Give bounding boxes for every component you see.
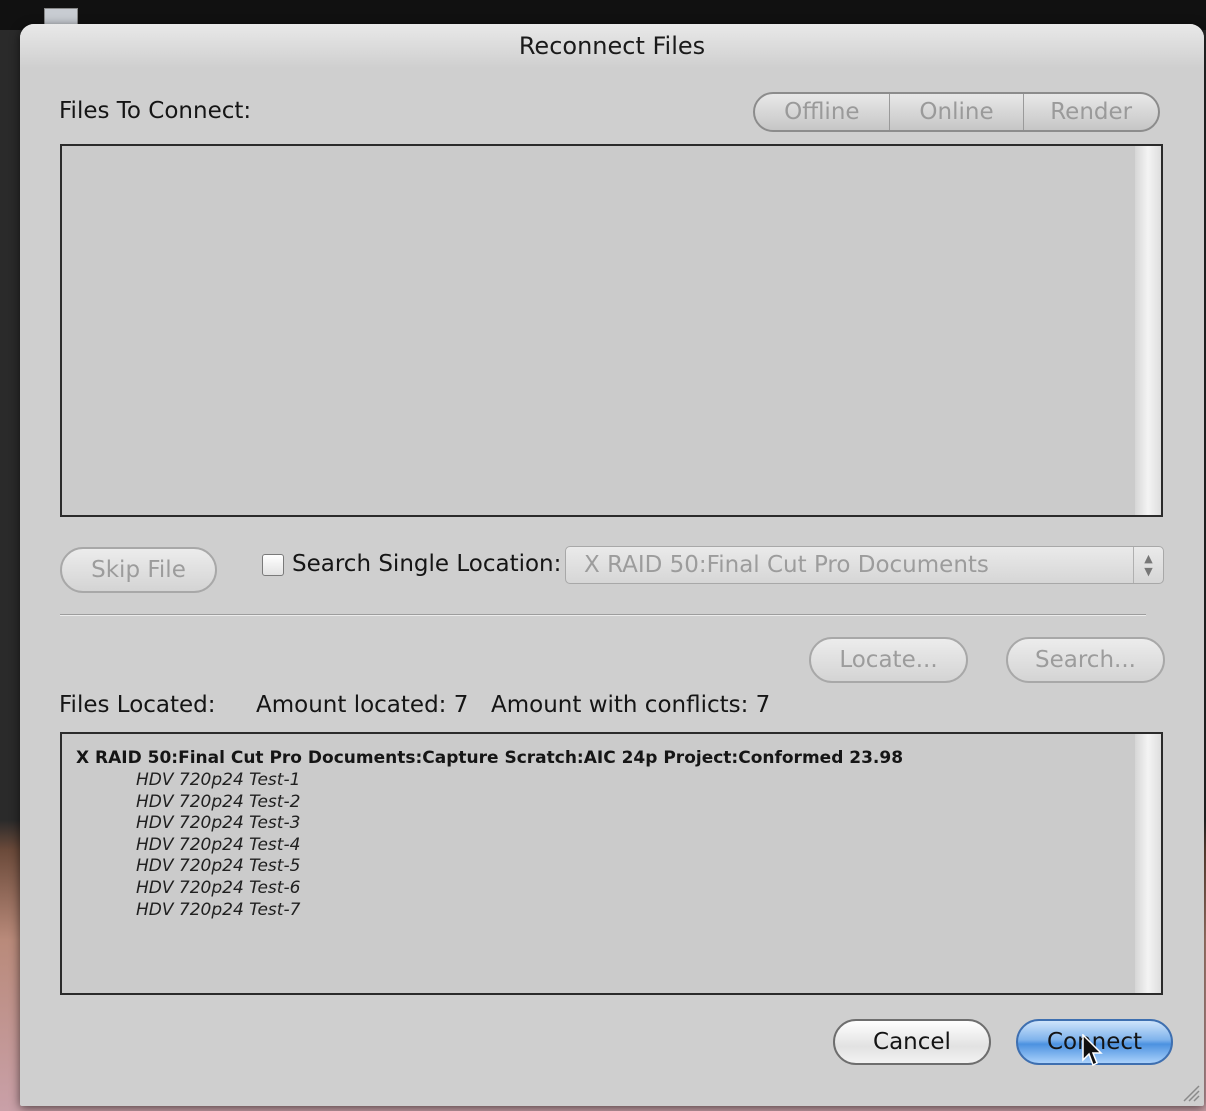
mouse-pointer-icon [1082, 1034, 1103, 1067]
files-located-label: Files Located: [59, 692, 216, 718]
reconnect-files-dialog: Reconnect Files Files To Connect: Offlin… [20, 24, 1204, 1106]
amount-located-text: Amount located: 7 [256, 692, 469, 718]
location-popup[interactable]: X RAID 50:Final Cut Pro Documents ▲ ▼ [565, 546, 1164, 584]
dialog-title: Reconnect Files [20, 24, 1204, 68]
search-single-location-checkbox[interactable] [262, 554, 284, 576]
files-located-scrollbar[interactable] [1135, 734, 1161, 993]
list-item[interactable]: HDV 720p24 Test-5 [136, 856, 300, 878]
located-folder-path: X RAID 50:Final Cut Pro Documents:Captur… [76, 748, 904, 768]
list-item[interactable]: HDV 720p24 Test-6 [136, 878, 300, 900]
list-item[interactable]: HDV 720p24 Test-3 [136, 813, 300, 835]
filter-online-button[interactable]: Online [890, 94, 1025, 130]
resize-grip-icon[interactable] [1180, 1082, 1200, 1102]
search-button[interactable]: Search... [1006, 637, 1165, 683]
list-item[interactable]: HDV 720p24 Test-7 [136, 900, 300, 922]
filter-render-button[interactable]: Render [1024, 94, 1158, 130]
amount-conflicts-text: Amount with conflicts: 7 [491, 692, 771, 718]
files-to-connect-scrollbar[interactable] [1135, 146, 1161, 515]
files-to-connect-label: Files To Connect: [59, 98, 252, 124]
location-popup-value: X RAID 50:Final Cut Pro Documents [584, 552, 989, 578]
skip-file-button[interactable]: Skip File [60, 547, 217, 593]
list-item[interactable]: HDV 720p24 Test-2 [136, 792, 300, 814]
filter-offline-button[interactable]: Offline [755, 94, 890, 130]
list-item[interactable]: HDV 720p24 Test-1 [136, 770, 300, 792]
locate-button[interactable]: Locate... [809, 637, 968, 683]
file-filter-segmented-control: Offline Online Render [753, 92, 1160, 132]
files-to-connect-list[interactable] [60, 144, 1163, 517]
files-located-list[interactable]: X RAID 50:Final Cut Pro Documents:Captur… [60, 732, 1163, 995]
section-divider [60, 614, 1146, 616]
list-item[interactable]: HDV 720p24 Test-4 [136, 835, 300, 857]
popup-arrows-icon: ▲ ▼ [1133, 547, 1163, 583]
search-single-location-label: Search Single Location: [292, 551, 562, 577]
cancel-button[interactable]: Cancel [833, 1019, 991, 1065]
